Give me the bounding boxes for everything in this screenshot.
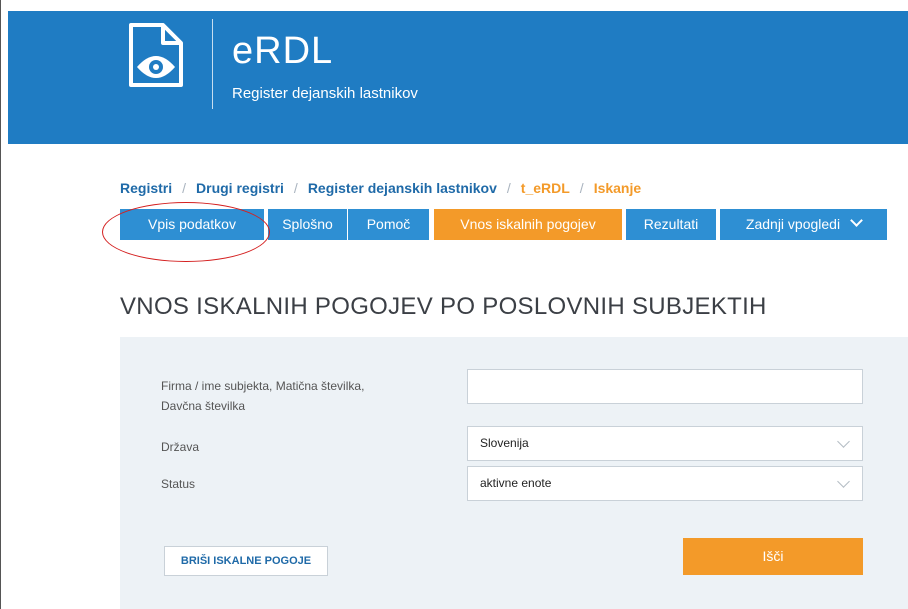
status-select[interactable]: aktivne enote (467, 466, 863, 501)
breadcrumb-separator: / (506, 180, 511, 196)
page-title: VNOS ISKALNIH POGOJEV PO POSLOVNIH SUBJE… (120, 293, 767, 320)
app-subtitle: Register dejanskih lastnikov (232, 85, 418, 102)
status-label: Status (161, 477, 196, 491)
company-label-line1: Firma / ime subjekta, Matična številka, (161, 379, 365, 393)
company-label-line2: Davčna številka (161, 399, 246, 413)
company-label: Firma / ime subjekta, Matična številka, … (161, 376, 364, 416)
status-select-value: aktivne enote (480, 476, 552, 490)
document-eye-icon (129, 23, 183, 87)
breadcrumb-t-erdl[interactable]: t_eRDL (521, 180, 570, 196)
app-header: eRDL Register dejanskih lastnikov (8, 11, 908, 144)
breadcrumb-registri[interactable]: Registri (120, 180, 172, 196)
country-select[interactable]: Slovenija (467, 426, 863, 461)
annotation-circle (102, 202, 270, 262)
tab-zadnji-vpogledi[interactable]: Zadnji vpogledi (720, 209, 887, 240)
chevron-down-icon (837, 435, 850, 448)
header-divider (212, 19, 213, 109)
search-button[interactable]: Išči (683, 538, 863, 575)
clear-search-button[interactable]: BRIŠI ISKALNE POGOJE (164, 546, 328, 576)
breadcrumb-drugi-registri[interactable]: Drugi registri (196, 180, 284, 196)
app-name: eRDL (232, 30, 334, 72)
chevron-down-icon (850, 214, 863, 227)
breadcrumb-separator: / (293, 180, 298, 196)
tab-vnos-iskalnih-pogojev[interactable]: Vnos iskalnih pogojev (434, 209, 622, 240)
breadcrumb-iskanje: Iskanje (593, 180, 642, 196)
country-select-value: Slovenija (480, 436, 529, 450)
tab-rezultati[interactable]: Rezultati (626, 209, 716, 240)
country-label: Država (161, 440, 200, 454)
tab-pomoc[interactable]: Pomoč (348, 209, 429, 240)
company-search-input[interactable] (467, 369, 863, 404)
tab-splosno[interactable]: Splošno (268, 209, 347, 240)
left-border-line (0, 0, 1, 609)
breadcrumb-register[interactable]: Register dejanskih lastnikov (308, 180, 497, 196)
breadcrumb-separator: / (182, 180, 187, 196)
breadcrumb: Registri / Drugi registri / Register dejansk… (120, 180, 641, 196)
breadcrumb-separator: / (579, 180, 584, 196)
chevron-down-icon (837, 475, 850, 488)
tab-zadnji-vpogledi-label: Zadnji vpogledi (745, 216, 841, 232)
